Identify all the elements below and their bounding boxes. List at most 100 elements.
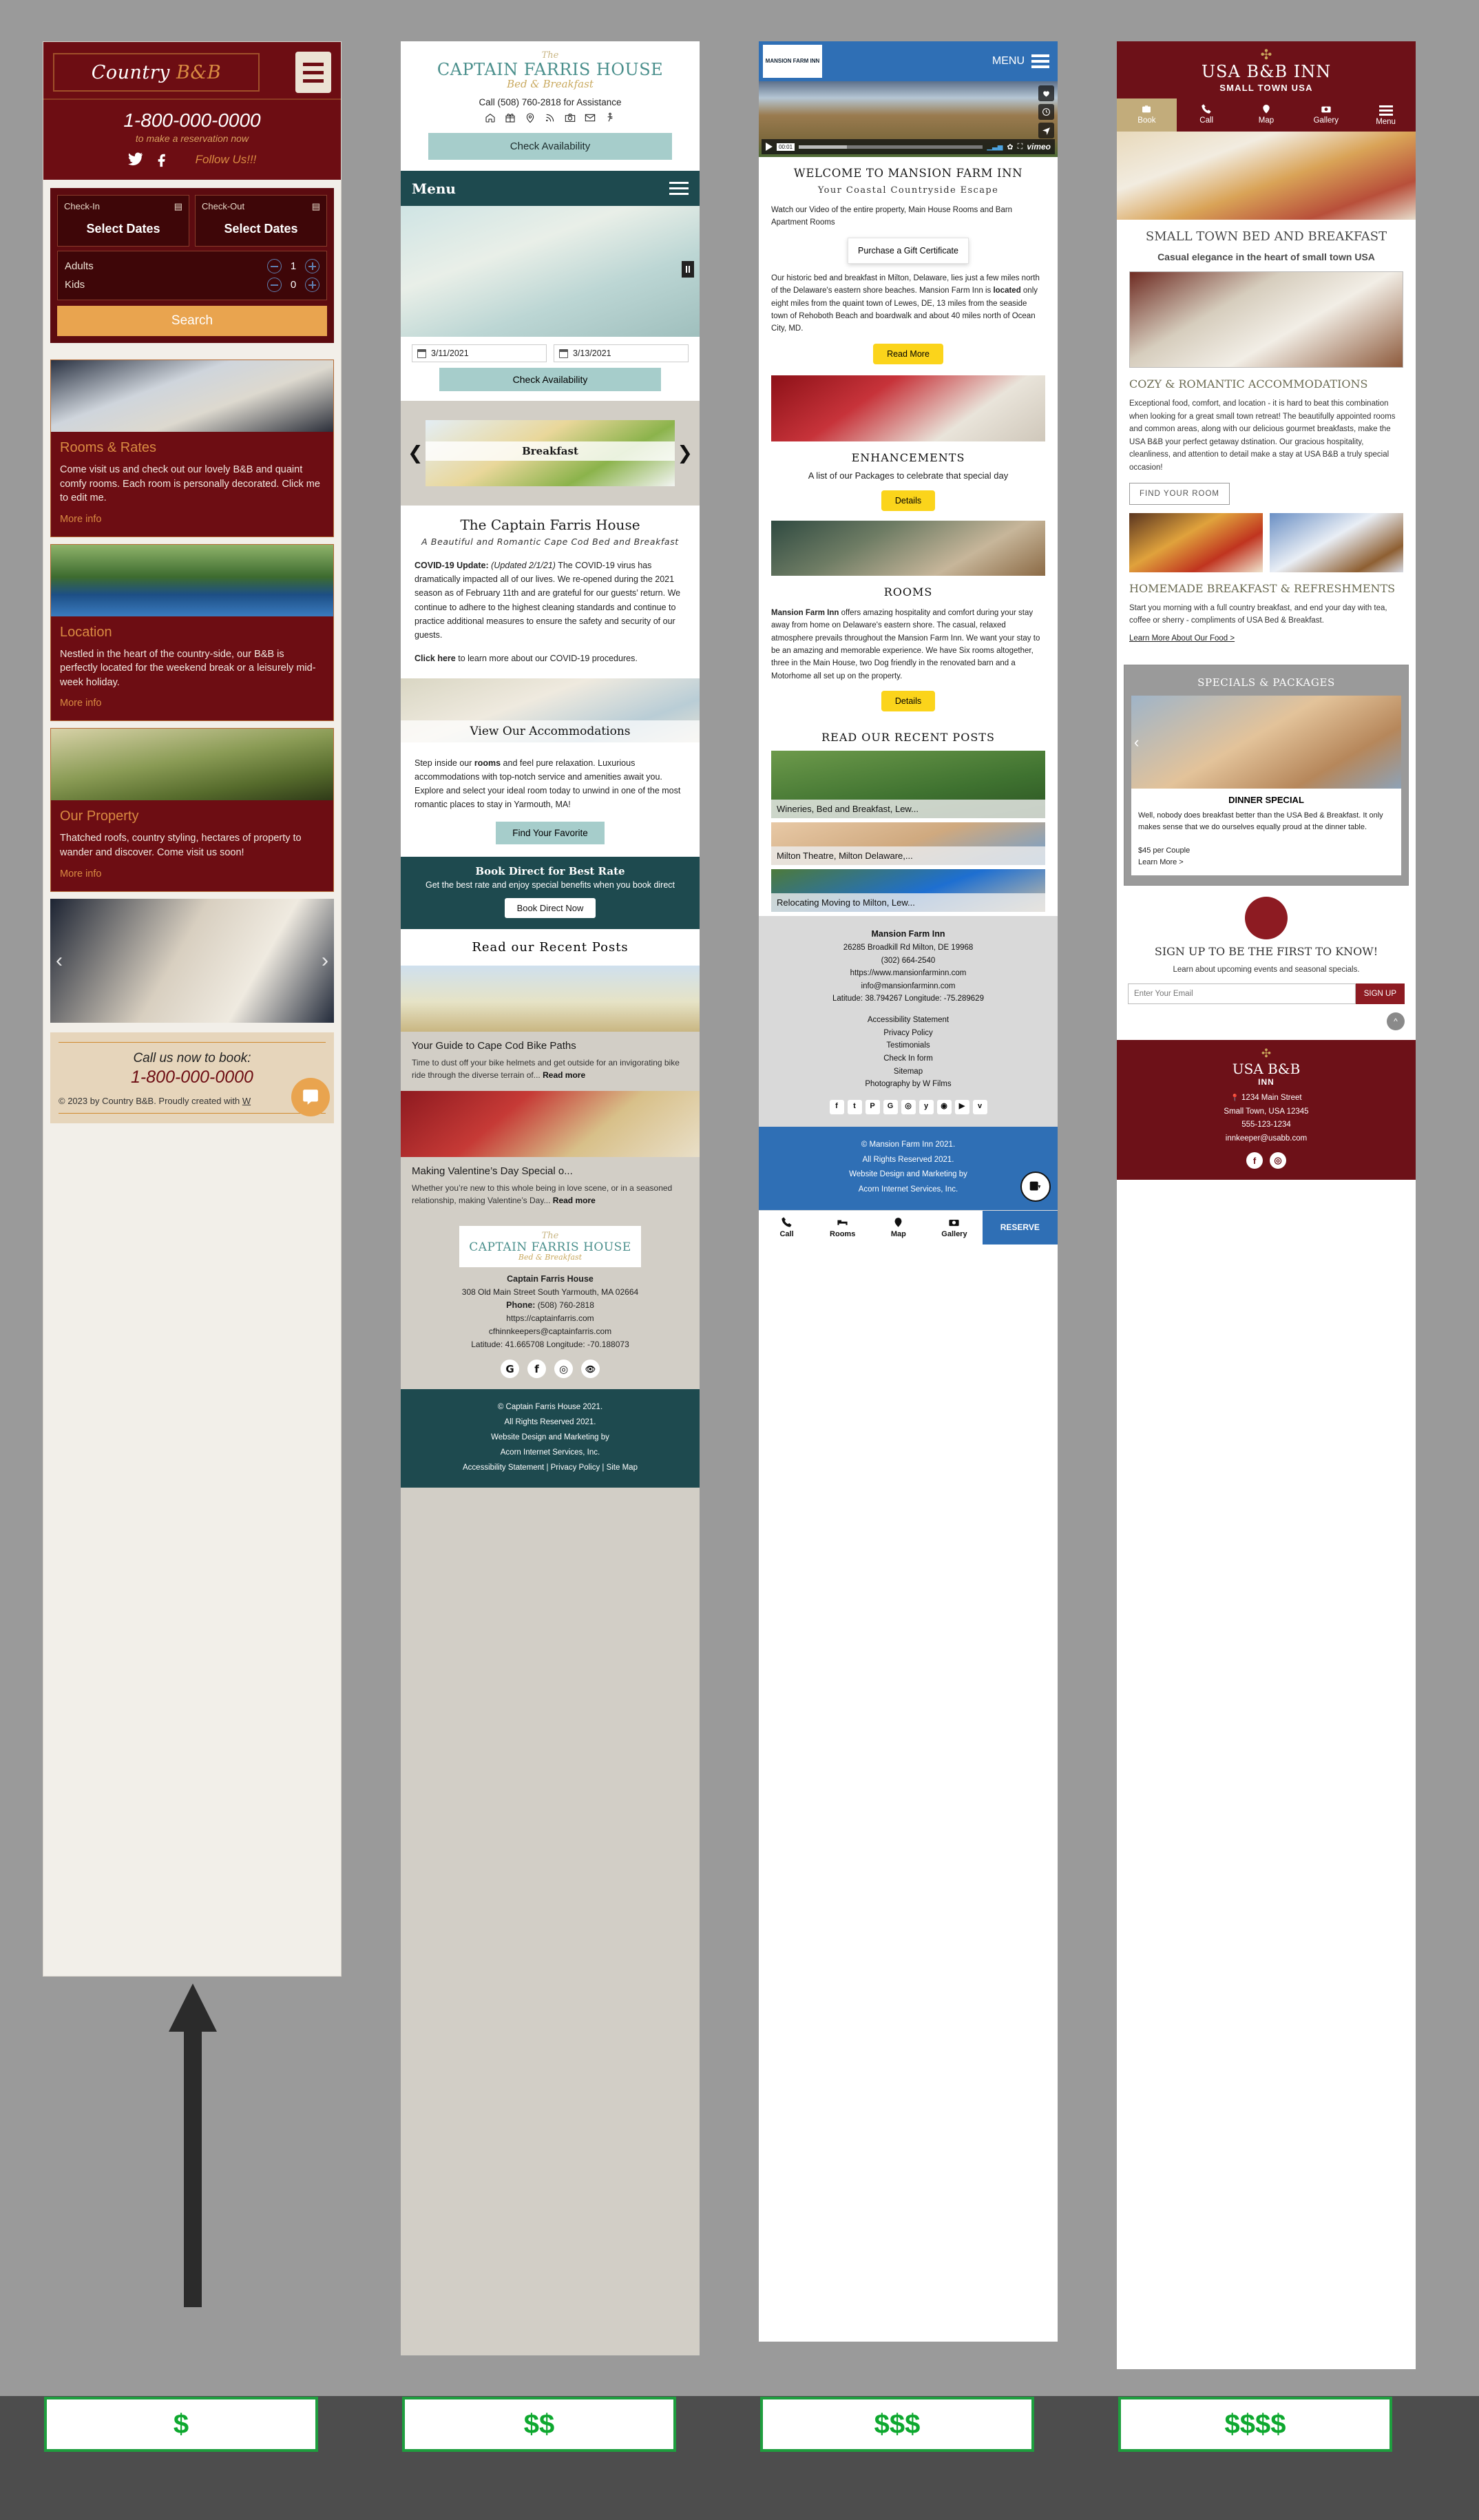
- card-our-property[interactable]: Our Property Thatched roofs, country sty…: [50, 728, 334, 892]
- progress-track[interactable]: [799, 145, 983, 149]
- site-preview-usa-bnb-inn[interactable]: ✣ USA B&B INN SMALL TOWN USA Book Call M…: [1117, 41, 1416, 2369]
- yelp-icon[interactable]: y: [919, 1099, 934, 1114]
- facebook-icon[interactable]: f: [527, 1360, 546, 1379]
- instagram-icon[interactable]: ◎: [554, 1360, 573, 1379]
- card-rooms-rates[interactable]: Rooms & Rates Come visit us and check ou…: [50, 360, 334, 537]
- google-icon[interactable]: G: [501, 1360, 519, 1379]
- map-pin-icon[interactable]: [525, 112, 536, 123]
- specials-panel[interactable]: SPECIALS & PACKAGES ‹ DINNER SPECIAL Wel…: [1124, 665, 1409, 886]
- rss-icon[interactable]: [545, 112, 556, 123]
- post-image[interactable]: [401, 966, 700, 1032]
- vimeo-icon[interactable]: v: [972, 1099, 987, 1114]
- tab-gallery[interactable]: Gallery: [926, 1211, 982, 1245]
- footer-link[interactable]: Testimonials: [768, 1039, 1048, 1052]
- carousel-slide[interactable]: Breakfast: [426, 420, 675, 486]
- click-here-link[interactable]: Click here: [415, 654, 456, 663]
- nav-call[interactable]: Call: [1177, 98, 1237, 132]
- chat-fab-icon[interactable]: [1020, 1172, 1051, 1202]
- nav-map[interactable]: Map: [1237, 98, 1297, 132]
- signup-panel[interactable]: SIGN UP TO BE THE FIRST TO KNOW! Learn a…: [1117, 886, 1416, 1040]
- post-title[interactable]: Making Valentine’s Day Special o...: [412, 1165, 689, 1177]
- tab-reserve[interactable]: RESERVE: [982, 1211, 1058, 1245]
- footer-url[interactable]: https://captainfarris.com: [506, 1313, 594, 1323]
- post-title[interactable]: Wineries, Bed and Breakfast, Lew...: [771, 800, 1045, 819]
- usa-nav[interactable]: Book Call Map Gallery Menu: [1117, 98, 1416, 132]
- facebook-icon[interactable]: [156, 152, 171, 167]
- post-title[interactable]: Milton Theatre, Milton Delaware,...: [771, 846, 1045, 866]
- mansion-logo[interactable]: MANSION FARM INN: [763, 45, 822, 78]
- adults-stepper[interactable]: 1: [267, 259, 319, 273]
- mail-icon[interactable]: [585, 112, 596, 123]
- post-title[interactable]: Relocating Moving to Milton, Lew...: [771, 893, 1045, 913]
- tripadvisor-icon[interactable]: ◉: [936, 1099, 952, 1114]
- gift-certificate-button[interactable]: Purchase a Gift Certificate: [848, 237, 969, 264]
- menu-button[interactable]: MENU: [992, 52, 1049, 71]
- home-icon[interactable]: [485, 112, 496, 123]
- prev-arrow-icon[interactable]: ❮: [408, 443, 423, 464]
- book-direct-button[interactable]: Book Direct Now: [504, 898, 596, 918]
- price-tier-1[interactable]: $: [44, 2397, 318, 2452]
- next-arrow-icon[interactable]: ›: [322, 949, 328, 972]
- next-arrow-icon[interactable]: ❯: [677, 443, 693, 464]
- pinterest-icon[interactable]: P: [865, 1099, 880, 1114]
- footer-link[interactable]: Photography by W Films: [768, 1078, 1048, 1091]
- phone-number[interactable]: 1-800-000-0000: [43, 110, 341, 132]
- more-info-link[interactable]: More info: [60, 698, 101, 709]
- accommodations-banner[interactable]: View Our Accommodations: [401, 678, 700, 742]
- google-icon[interactable]: G: [883, 1099, 898, 1114]
- tripadvisor-icon[interactable]: 👁: [581, 1360, 600, 1379]
- footer-link[interactable]: Privacy Policy: [768, 1027, 1048, 1040]
- email-input[interactable]: [1128, 983, 1356, 1005]
- post-image[interactable]: [401, 1091, 700, 1157]
- read-more-button[interactable]: Read More: [873, 343, 943, 364]
- settings-icon[interactable]: ✿: [1007, 143, 1013, 152]
- footer-url[interactable]: https://www.mansionfarminn.com: [850, 969, 967, 977]
- post-item[interactable]: Making Valentine’s Day Special o... Whet…: [401, 1157, 700, 1216]
- footer-phone[interactable]: (302) 664-2540: [881, 957, 936, 965]
- more-info-link[interactable]: More info: [60, 514, 101, 525]
- booking-widget[interactable]: Check-In ▤ Select Dates Check-Out ▤ Sele…: [43, 180, 341, 353]
- read-more-link[interactable]: Read more: [553, 1196, 596, 1205]
- nav-gallery[interactable]: Gallery: [1296, 98, 1356, 132]
- minus-icon[interactable]: [267, 259, 282, 273]
- signup-button[interactable]: SIGN UP: [1355, 983, 1405, 1005]
- hamburger-icon[interactable]: [1031, 52, 1049, 71]
- instagram-icon[interactable]: ◎: [1270, 1152, 1286, 1169]
- video-player[interactable]: 00:01 ▁▃▅ ✿ ⛶ vimeo: [759, 81, 1058, 157]
- footer-email[interactable]: cfhinnkeepers@captainfarris.com: [489, 1326, 611, 1336]
- checkin-field[interactable]: 3/11/2021: [412, 344, 547, 362]
- enhancements-image[interactable]: [771, 375, 1045, 441]
- camera-icon[interactable]: [565, 112, 576, 123]
- post-item[interactable]: Milton Theatre, Milton Delaware,...: [771, 822, 1045, 866]
- plus-icon[interactable]: [305, 278, 319, 292]
- site-preview-country-bnb[interactable]: Country B&B 1-800-000-0000 to make a res…: [43, 41, 342, 1977]
- enhancements-details-button[interactable]: Details: [881, 490, 936, 511]
- post-item[interactable]: Wineries, Bed and Breakfast, Lew...: [771, 751, 1045, 819]
- gift-icon[interactable]: [505, 112, 516, 123]
- footer-email[interactable]: info@mansionfarminn.com: [861, 982, 956, 990]
- country-logo[interactable]: Country B&B: [53, 53, 260, 92]
- read-more-link[interactable]: Read more: [543, 1070, 585, 1080]
- hamburger-icon[interactable]: [669, 178, 689, 198]
- facebook-icon[interactable]: f: [1246, 1152, 1263, 1169]
- hero-slideshow[interactable]: [401, 206, 700, 337]
- checkout-field[interactable]: Check-Out ▤ Select Dates: [195, 195, 327, 247]
- back-to-top-icon[interactable]: ^: [1387, 1012, 1405, 1031]
- youtube-icon[interactable]: ▶: [954, 1099, 969, 1114]
- twitter-icon[interactable]: [127, 152, 143, 167]
- check-availability-button-top[interactable]: Check Availability: [428, 133, 672, 160]
- price-tier-4[interactable]: $$$$: [1118, 2397, 1392, 2452]
- watch-later-icon[interactable]: [1038, 104, 1054, 120]
- footer-links[interactable]: Accessibility Statement | Privacy Policy…: [408, 1461, 693, 1476]
- prev-arrow-icon[interactable]: ‹: [1134, 733, 1139, 751]
- card-location[interactable]: Location Nestled in the heart of the cou…: [50, 543, 334, 722]
- tab-map[interactable]: Map: [870, 1211, 926, 1245]
- footer-phone[interactable]: 1-800-000-0000: [59, 1068, 326, 1087]
- footer-links[interactable]: Accessibility Statement Privacy Policy T…: [768, 1014, 1048, 1091]
- specials-learn-more-link[interactable]: Learn More >: [1138, 858, 1184, 866]
- share-icon[interactable]: [1038, 123, 1054, 138]
- hamburger-icon[interactable]: [295, 52, 331, 93]
- more-info-link[interactable]: More info: [60, 868, 101, 879]
- price-tier-2[interactable]: $$: [402, 2397, 676, 2452]
- prev-arrow-icon[interactable]: ‹: [56, 949, 63, 972]
